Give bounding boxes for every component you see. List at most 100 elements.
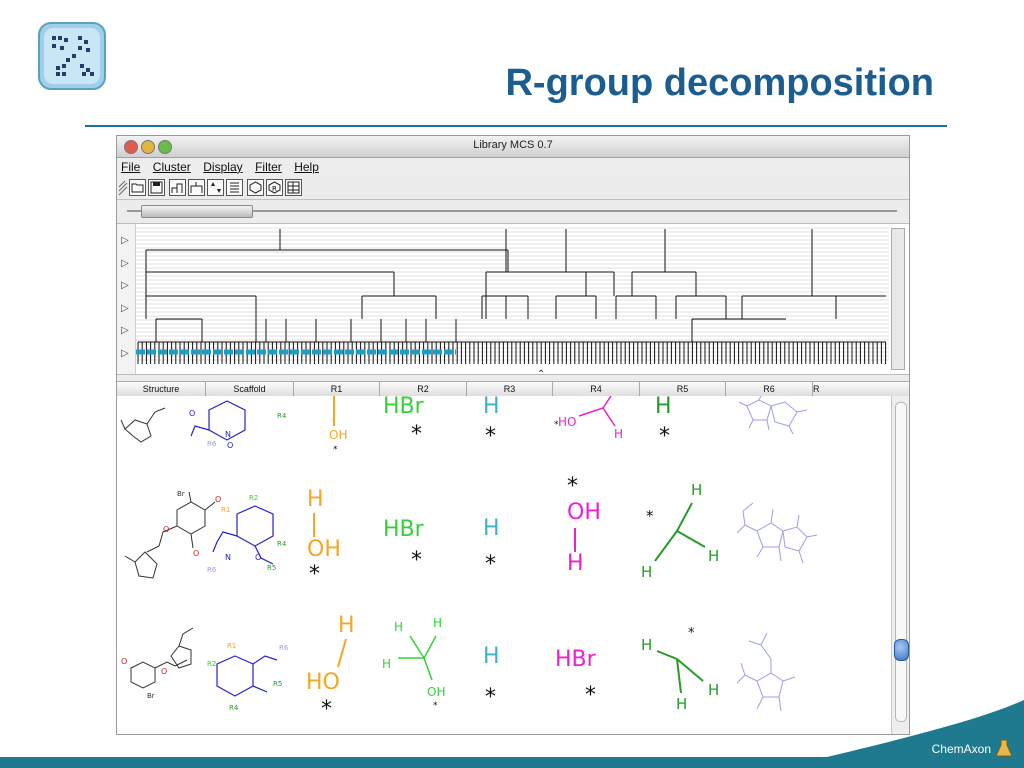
scroll-thumb[interactable] (894, 639, 909, 661)
molecule-structure-2: O O Br O R2 R1 R4 N R6 R5 O (124, 490, 287, 579)
list-view-icon[interactable] (226, 179, 243, 196)
r5-attachment-star: * (688, 626, 695, 641)
dendrogram-icon[interactable] (169, 179, 186, 196)
expand-level-2-icon[interactable]: ▷ (121, 259, 129, 269)
r4-fragment-bottom: H (567, 551, 584, 576)
toolbar-grip-icon (118, 180, 128, 196)
menu-help[interactable]: Help (294, 158, 319, 176)
title-divider (85, 125, 947, 127)
svg-text:O: O (121, 657, 127, 666)
r4-attachment-star: * (567, 474, 578, 499)
toolbar: R (117, 177, 909, 200)
save-icon[interactable] (148, 179, 165, 196)
svg-text:O: O (255, 553, 261, 562)
results-table[interactable]: O O N R6 R4 OH * HBr * H * HO H * H * O … (117, 396, 892, 734)
molecule-structure-1: O O N R6 R4 (120, 400, 287, 450)
r2-fragment: HBr (383, 396, 424, 419)
r5-fragment-c: H (641, 563, 653, 581)
r2-attachment-star: * (411, 548, 422, 573)
r5-fragment-b: H (708, 681, 720, 699)
svg-text:O: O (227, 441, 233, 450)
collapse-caret-icon[interactable]: ⌃ (537, 369, 545, 380)
dendrogram-scrollbar[interactable] (891, 228, 905, 370)
svg-text:O: O (189, 409, 195, 418)
col-header-r7[interactable]: R (813, 382, 827, 396)
r1-fragment: OH (307, 537, 341, 562)
scaffold-icon[interactable] (247, 179, 264, 196)
slide-title: R-group decomposition (505, 62, 934, 104)
expand-level-6-icon[interactable]: ▷ (121, 349, 129, 359)
svg-text:O: O (161, 667, 167, 676)
svg-text:R6: R6 (279, 644, 289, 652)
sort-icon[interactable] (207, 179, 224, 196)
svg-text:R: R (272, 185, 277, 193)
expand-level-4-icon[interactable]: ▷ (121, 304, 129, 314)
svg-text:R2: R2 (249, 494, 258, 502)
window-titlebar[interactable]: Library MCS 0.7 (117, 136, 909, 158)
r1-fragment-sub: OH (329, 428, 348, 442)
menu-filter[interactable]: Filter (255, 158, 282, 176)
svg-text:O: O (215, 495, 221, 504)
scroll-track (895, 402, 907, 722)
r2-fragment-b: H (433, 616, 443, 630)
expand-level-3-icon[interactable]: ▷ (121, 281, 129, 291)
table-view-icon[interactable] (285, 179, 302, 196)
menu-file[interactable]: File (121, 158, 140, 176)
app-window: Library MCS 0.7 File Cluster Display Fil… (116, 135, 910, 735)
results-scrollbar[interactable] (891, 396, 909, 734)
menu-display[interactable]: Display (203, 158, 242, 176)
svg-text:O: O (163, 525, 169, 534)
col-header-r3[interactable]: R3 (467, 382, 553, 396)
table-header: Structure Scaffold R1 R2 R3 R4 R5 R6 R ⌃ (117, 369, 909, 397)
r3-fragment: H (483, 644, 500, 669)
r2-fragment: HBr (383, 517, 424, 542)
expand-level-1-icon[interactable]: ▷ (121, 236, 129, 246)
r5-fragment-b: H (708, 547, 720, 565)
chemaxon-logo-icon (38, 22, 106, 90)
footer-wave (0, 700, 1024, 768)
r2-fragment-a: H (394, 620, 404, 634)
dendrogram-alt-icon[interactable] (188, 179, 205, 196)
r5-attachment-star: * (659, 424, 670, 449)
r4-fragment-b: H (614, 427, 624, 441)
col-header-r6[interactable]: R6 (726, 382, 813, 396)
r4-fragment-a: HO (558, 415, 577, 429)
svg-text:R4: R4 (277, 540, 287, 548)
expand-level-5-icon[interactable]: ▷ (121, 326, 129, 336)
level-expanders: ▷ ▷ ▷ ▷ ▷ ▷ (117, 224, 136, 374)
col-header-r1[interactable]: R1 (294, 382, 380, 396)
svg-text:Br: Br (147, 692, 155, 700)
r3-fragment: H (483, 516, 500, 541)
rgroup-icon[interactable]: R (266, 179, 283, 196)
col-header-r2[interactable]: R2 (380, 382, 467, 396)
svg-text:O: O (193, 549, 199, 558)
menu-cluster[interactable]: Cluster (153, 158, 191, 176)
col-header-scaffold[interactable]: Scaffold (206, 382, 294, 396)
r6-fragment-structure (736, 502, 818, 564)
r1-bond-3 (337, 638, 347, 668)
dendrogram-tree[interactable] (136, 224, 889, 374)
r2-attachment-star: * (411, 422, 422, 447)
open-folder-icon[interactable] (129, 179, 146, 196)
r1-fragment: HO (306, 670, 340, 695)
col-header-r5[interactable]: R5 (640, 382, 726, 396)
svg-text:Br: Br (177, 490, 185, 498)
r4-attachment-star: * (554, 420, 559, 430)
svg-text:R1: R1 (221, 506, 230, 514)
zoom-slider[interactable] (117, 200, 909, 222)
svg-text:R6: R6 (207, 440, 217, 448)
svg-text:N: N (225, 553, 231, 562)
slider-thumb[interactable] (141, 205, 253, 218)
r1-attachment-star: * (309, 562, 320, 587)
col-header-structure[interactable]: Structure (117, 382, 206, 396)
chemaxon-flask-icon (995, 739, 1013, 757)
r1-fragment-top: H (338, 613, 355, 638)
r3-attachment-star: * (485, 424, 496, 449)
r5-attachment-star: * (646, 507, 654, 525)
dendrogram-panel[interactable]: ▷ ▷ ▷ ▷ ▷ ▷ (117, 223, 909, 375)
r5-fragment-a: H (641, 636, 653, 654)
svg-text:R2: R2 (207, 660, 216, 668)
col-header-r4[interactable]: R4 (553, 382, 640, 396)
r5-fragment: H (655, 396, 672, 419)
r5-fragment-a: H (691, 481, 703, 499)
